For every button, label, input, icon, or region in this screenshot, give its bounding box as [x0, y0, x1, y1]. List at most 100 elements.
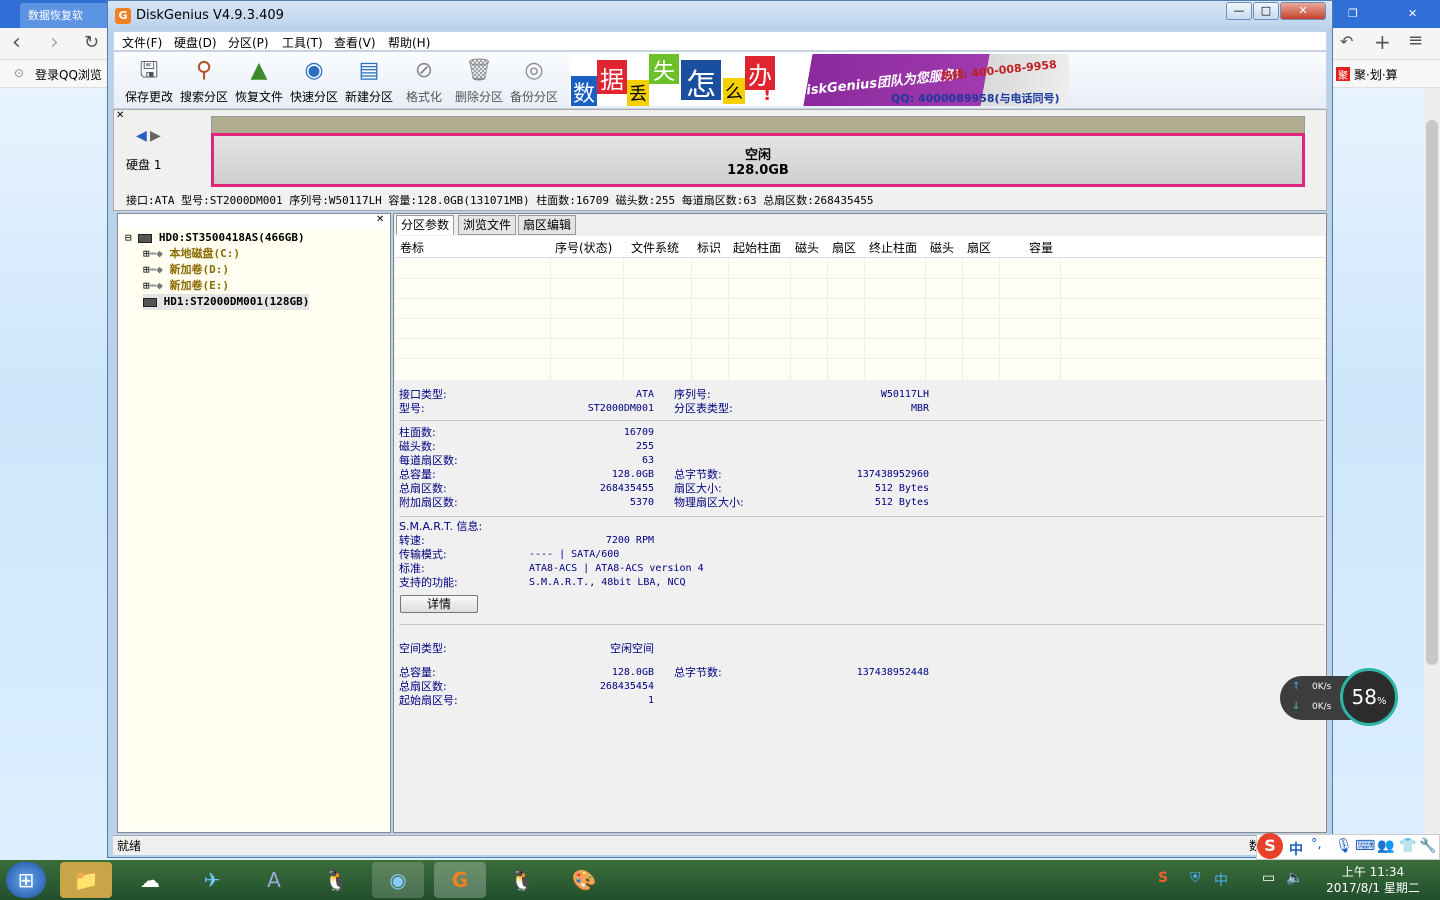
- browser-tab[interactable]: 数据恢复软: [20, 3, 110, 28]
- col-volume-label[interactable]: 卷标: [400, 239, 424, 256]
- forward-icon[interactable]: ›: [50, 30, 59, 55]
- expand-icon[interactable]: ⊞: [143, 247, 150, 260]
- explorer-taskbar-icon[interactable]: 📁: [60, 862, 112, 898]
- collapse-icon[interactable]: ⊟: [125, 231, 132, 244]
- tree-node-hd1[interactable]: HD1:ST2000DM001(128GB): [143, 294, 310, 310]
- ime-mode[interactable]: 中: [1289, 839, 1303, 859]
- tray-network-icon[interactable]: ▭: [1262, 870, 1275, 886]
- undo-icon[interactable]: ↶: [1340, 32, 1353, 51]
- tab-sector-edit[interactable]: 扇区编辑: [518, 215, 577, 235]
- user-icon[interactable]: 👥: [1377, 838, 1394, 854]
- menu-disk[interactable]: 硬盘(D): [174, 34, 217, 51]
- qq-taskbar-icon[interactable]: 🐧: [310, 862, 362, 898]
- start-button[interactable]: ⊞: [6, 862, 46, 898]
- free-space-block[interactable]: 空闲 128.0GB: [211, 133, 1305, 187]
- tree-node-e[interactable]: ⊞⋯◆ 新加卷(E:): [143, 278, 229, 294]
- next-disk-icon[interactable]: ▶: [150, 128, 161, 144]
- col-start-cyl[interactable]: 起始柱面: [733, 239, 781, 256]
- cylinders-label: 柱面数:: [399, 426, 436, 439]
- close-button[interactable]: ✕: [1280, 2, 1326, 20]
- new-tab-icon[interactable]: +: [1374, 30, 1391, 54]
- menu-tools[interactable]: 工具(T): [282, 34, 323, 51]
- paint-taskbar-icon[interactable]: 🎨: [558, 862, 610, 898]
- tools-icon[interactable]: 🔧: [1419, 838, 1436, 854]
- close-tree-icon[interactable]: ✕: [376, 214, 384, 225]
- tab-browse-files[interactable]: 浏览文件: [458, 215, 517, 235]
- transfer-mode-value: ---- | SATA/600: [529, 549, 620, 560]
- delete-icon: 🗑: [465, 58, 493, 83]
- tree-node-d[interactable]: ⊞⋯◆ 新加卷(D:): [143, 262, 229, 278]
- sogou-icon[interactable]: S: [1257, 833, 1283, 859]
- menu-help[interactable]: 帮助(H): [388, 34, 430, 51]
- qq-browser-taskbar-icon[interactable]: ◉: [372, 862, 424, 898]
- tree-node-c[interactable]: ⊞⋯◆ 本地磁盘(C:): [143, 246, 240, 262]
- banner-char: 丢: [627, 80, 649, 106]
- tray-ime-icon[interactable]: 中: [1214, 870, 1228, 890]
- disk-icon: [143, 297, 157, 307]
- diskgenius-taskbar-icon[interactable]: G: [434, 862, 486, 898]
- memory-usage-circle[interactable]: 58%: [1340, 668, 1398, 726]
- keyboard-icon[interactable]: ⌨: [1355, 838, 1375, 854]
- space-capacity-value: 128.0GB: [611, 667, 654, 678]
- extra-sectors-label: 附加扇区数:: [399, 496, 458, 509]
- disk-tree: ⊟ HD0:ST3500418AS(466GB) ⊞⋯◆ 本地磁盘(C:) ⊞⋯…: [119, 228, 389, 831]
- close-panel-icon[interactable]: ✕: [116, 110, 124, 121]
- space-type-value: 空闲空间: [610, 642, 654, 655]
- cloud-taskbar-icon[interactable]: ☁: [124, 862, 176, 898]
- rpm-value: 7200 RPM: [605, 535, 654, 546]
- disk-icon: [138, 233, 153, 243]
- font-taskbar-icon[interactable]: A: [248, 862, 300, 898]
- bookmark-juhuasuan[interactable]: 聚·划·算: [1354, 66, 1398, 83]
- tray-shield-icon[interactable]: ⛨: [1190, 870, 1201, 886]
- expand-icon[interactable]: ⊞: [143, 263, 150, 276]
- col-id[interactable]: 标识: [697, 239, 721, 256]
- browser-restore-icon[interactable]: ❐: [1340, 3, 1370, 28]
- ad-banner[interactable]: 数 据 丢 失 怎 么 办 ! DiskGenius团队为您服务! 热线: 40…: [569, 54, 1069, 106]
- maximize-button[interactable]: □: [1253, 2, 1279, 20]
- col-start-sector[interactable]: 扇区: [832, 239, 856, 256]
- volume-icon: ⋯◆: [149, 247, 163, 260]
- backup-partition-button[interactable]: ◎ 备份分区: [507, 54, 561, 108]
- recover-files-button[interactable]: ▲ 恢复文件: [232, 54, 286, 108]
- tray-sogou-icon[interactable]: S: [1158, 870, 1168, 886]
- col-capacity[interactable]: 容量: [1029, 239, 1053, 256]
- menu-view[interactable]: 查看(V): [334, 34, 376, 51]
- browser-scroll-thumb[interactable]: [1426, 120, 1438, 665]
- col-filesystem[interactable]: 文件系统: [631, 239, 679, 256]
- banner-char: 么: [723, 78, 745, 104]
- punct-icon[interactable]: °,: [1311, 837, 1322, 852]
- flight-taskbar-icon[interactable]: ✈: [186, 862, 238, 898]
- format-icon: ⊘: [414, 58, 434, 83]
- quick-partition-button[interactable]: ◉ 快速分区: [287, 54, 341, 108]
- delete-partition-button[interactable]: 🗑 删除分区: [452, 54, 506, 108]
- qq-taskbar-icon-2[interactable]: 🐧: [496, 862, 548, 898]
- back-icon[interactable]: ‹: [12, 30, 21, 55]
- tray-volume-icon[interactable]: 🔈: [1286, 870, 1303, 886]
- col-end-sector[interactable]: 扇区: [967, 239, 991, 256]
- browser-close-icon[interactable]: ✕: [1400, 3, 1430, 28]
- details-button[interactable]: 详情: [400, 595, 478, 613]
- col-start-head[interactable]: 磁头: [795, 239, 819, 256]
- format-button[interactable]: ⊘ 格式化: [397, 54, 451, 108]
- tree-node-hd0[interactable]: ⊟ HD0:ST3500418AS(466GB): [125, 230, 305, 246]
- minimize-button[interactable]: —: [1226, 2, 1252, 20]
- menu-file[interactable]: 文件(F): [122, 34, 162, 51]
- menu-partition[interactable]: 分区(P): [228, 34, 269, 51]
- bookmark-login[interactable]: 登录QQ浏览: [35, 66, 102, 83]
- expand-icon[interactable]: ⊞: [143, 279, 150, 292]
- refresh-icon[interactable]: ↻: [84, 32, 99, 53]
- prev-disk-icon[interactable]: ◀: [136, 128, 147, 144]
- features-label: 支持的功能:: [399, 576, 458, 589]
- skin-icon[interactable]: 👕: [1399, 838, 1416, 854]
- sector-size-label: 扇区大小:: [674, 482, 722, 495]
- menu-icon[interactable]: ≡: [1408, 30, 1423, 51]
- mic-icon[interactable]: 🎙: [1335, 838, 1353, 854]
- clock[interactable]: 上午 11:34 2017/8/1 星期二: [1318, 864, 1428, 896]
- col-end-cyl[interactable]: 终止柱面: [869, 239, 917, 256]
- col-index[interactable]: 序号(状态): [555, 239, 612, 256]
- new-partition-button[interactable]: ▤ 新建分区: [342, 54, 396, 108]
- tab-partition-params[interactable]: 分区参数: [396, 215, 455, 235]
- col-end-head[interactable]: 磁头: [930, 239, 954, 256]
- save-button[interactable]: 🖫 保存更改: [122, 54, 176, 108]
- search-partition-button[interactable]: ⚲ 搜索分区: [177, 54, 231, 108]
